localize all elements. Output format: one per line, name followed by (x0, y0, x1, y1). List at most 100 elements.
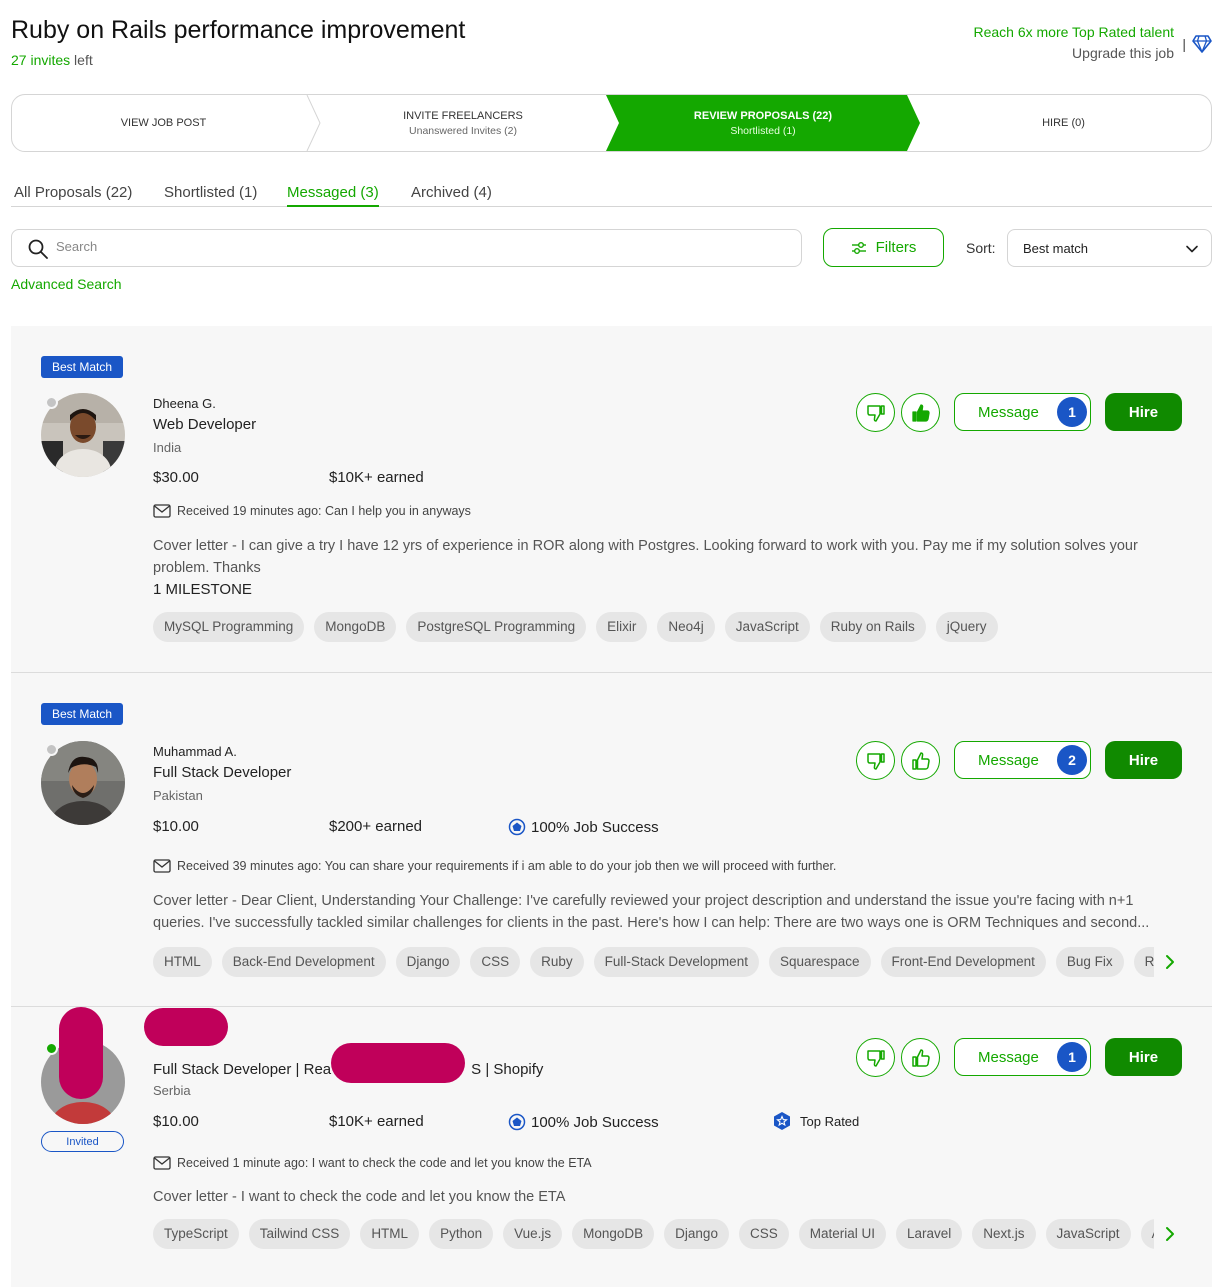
invites-left: 27 invites left (11, 52, 93, 68)
skill-tag[interactable]: JavaScript (724, 612, 810, 642)
chevron-right-icon[interactable] (1161, 953, 1179, 971)
thumbs-down-icon (866, 752, 885, 770)
envelope-icon (153, 859, 171, 873)
search-input[interactable] (56, 239, 756, 254)
freelancer-title: Full Stack Developer (153, 764, 292, 781)
top-rated-icon (774, 1112, 790, 1130)
skill-tag[interactable]: MongoDB (572, 1219, 655, 1249)
tab-archived[interactable]: Archived (4) (411, 184, 492, 205)
thumbs-down-icon (866, 1049, 885, 1067)
skill-tag[interactable]: HTML (360, 1219, 420, 1249)
skill-tag[interactable]: Front-End Development (880, 947, 1046, 977)
message-received: Received 1 minute ago: I want to check t… (153, 1156, 592, 1170)
skill-tag[interactable]: jQuery (935, 612, 998, 642)
proposal-card[interactable]: Best Match Muhammad A. Full Stack Develo… (11, 673, 1212, 1007)
freelancer-name[interactable]: Dheena G. (153, 396, 216, 411)
skill-tag[interactable]: HTML (153, 947, 212, 977)
hiring-stepper: VIEW JOB POST INVITE FREELANCERS Unanswe… (11, 94, 1212, 152)
divider: | (1182, 36, 1186, 52)
skill-tag[interactable]: Django (395, 947, 461, 977)
skill-tag[interactable]: Bug Fix (1055, 947, 1124, 977)
cover-letter[interactable]: Cover letter - I can give a try I have 1… (153, 535, 1173, 579)
message-count-badge: 1 (1057, 397, 1087, 427)
thumbs-down-button[interactable] (856, 741, 895, 780)
tab-messaged[interactable]: Messaged (3) (287, 184, 379, 207)
skill-tag[interactable]: Python (429, 1219, 494, 1249)
thumbs-up-button[interactable] (901, 1038, 940, 1077)
sliders-icon (851, 241, 866, 254)
freelancer-title-right: S | Shopify (471, 1061, 544, 1078)
hourly-rate: $30.00 (153, 469, 199, 486)
proposal-tabs: All Proposals (22) Shortlisted (1) Messa… (11, 184, 1212, 207)
skill-tag[interactable]: MySQL Programming (153, 612, 305, 642)
upgrade-promo-text[interactable]: Reach 6x more Top Rated talent (973, 24, 1174, 40)
skill-tag[interactable]: Ruby on Rails (819, 612, 926, 642)
skill-tag[interactable]: Ruby (530, 947, 584, 977)
proposal-card[interactable]: Best Match Dheena G. Web Developer India… (11, 326, 1212, 673)
hourly-rate: $10.00 (153, 1113, 199, 1130)
invites-suffix: left (70, 52, 93, 68)
skill-tag[interactable]: CSS (738, 1219, 789, 1249)
proposal-card[interactable]: Full Stack Developer | Rea S | Shopify Se… (11, 1007, 1212, 1287)
invited-badge: Invited (41, 1131, 124, 1152)
top-rated-text: Top Rated (800, 1113, 860, 1129)
cover-letter[interactable]: Cover letter - Dear Client, Understandin… (153, 890, 1173, 934)
hire-button[interactable]: Hire (1105, 393, 1182, 431)
invites-count: 27 invites (11, 52, 71, 68)
thumbs-up-button[interactable] (901, 741, 940, 780)
step-hire[interactable]: HIRE (0) (914, 95, 1211, 151)
skill-tag[interactable]: PostgreSQL Programming (406, 612, 587, 642)
skill-tag[interactable]: Squarespace (768, 947, 871, 977)
skill-tag[interactable]: Angular (1140, 1219, 1154, 1249)
skill-tag[interactable]: TypeScript (153, 1219, 239, 1249)
freelancer-country: Pakistan (153, 788, 203, 803)
job-success-text: 100% Job Success (531, 1113, 659, 1131)
skill-tag[interactable]: JavaScript (1045, 1219, 1131, 1249)
skill-tag[interactable]: CSS (470, 947, 521, 977)
redaction-mark (144, 1008, 228, 1046)
skill-tag[interactable]: Tailwind CSS (248, 1219, 351, 1249)
thumbs-down-button[interactable] (856, 1038, 895, 1077)
chevron-right-icon[interactable] (1161, 1225, 1179, 1243)
freelancer-name[interactable]: Muhammad A. (153, 744, 237, 759)
upgrade-promo[interactable]: Reach 6x more Top Rated talent Upgrade t… (973, 24, 1212, 61)
step-review-proposals[interactable]: REVIEW PROPOSALS (22) Shortlisted (1) (612, 95, 914, 151)
step-sublabel: Unanswered Invites (2) (409, 124, 517, 137)
thumbs-up-button[interactable] (901, 393, 940, 432)
thumbs-up-icon (911, 1048, 930, 1067)
message-button[interactable]: Message 2 (954, 741, 1091, 779)
search-icon (28, 239, 48, 259)
hire-button[interactable]: Hire (1105, 1038, 1182, 1076)
advanced-search-link[interactable]: Advanced Search (11, 276, 122, 292)
best-match-badge: Best Match (41, 703, 124, 725)
thumbs-down-button[interactable] (856, 393, 895, 432)
upgrade-job-link[interactable]: Upgrade this job (973, 45, 1174, 61)
step-label: VIEW JOB POST (120, 117, 207, 129)
skill-tag[interactable]: Neo4j (657, 612, 715, 642)
tab-shortlisted[interactable]: Shortlisted (1) (164, 184, 257, 205)
skill-tag[interactable]: MongoDB (314, 612, 397, 642)
filters-button[interactable]: Filters (823, 228, 944, 267)
step-invite-freelancers[interactable]: INVITE FREELANCERS Unanswered Invites (2… (315, 95, 611, 151)
message-button[interactable]: Message 1 (954, 1038, 1091, 1076)
hire-button[interactable]: Hire (1105, 741, 1182, 779)
skill-tag[interactable]: Elixir (596, 612, 648, 642)
step-view-job-post[interactable]: VIEW JOB POST (12, 95, 315, 151)
skill-tag[interactable]: Vue.js (503, 1219, 563, 1249)
message-button[interactable]: Message 1 (954, 393, 1091, 431)
sort-label: Sort: (966, 240, 996, 256)
skill-tag[interactable]: REST (1133, 947, 1154, 977)
offline-status-dot (45, 743, 58, 756)
skill-tag[interactable]: Django (664, 1219, 729, 1249)
skill-tag[interactable]: Back-End Development (221, 947, 386, 977)
skill-tag[interactable]: Next.js (972, 1219, 1036, 1249)
skill-tag[interactable]: Material UI (798, 1219, 886, 1249)
cover-letter[interactable]: Cover letter - I want to check the code … (153, 1186, 1173, 1208)
tab-all-proposals[interactable]: All Proposals (22) (14, 184, 132, 205)
skill-tag[interactable]: Full-Stack Development (593, 947, 759, 977)
thumbs-up-icon (911, 751, 930, 770)
earnings: $10K+ earned (329, 1113, 424, 1130)
skill-tag[interactable]: Laravel (895, 1219, 963, 1249)
sort-dropdown[interactable]: Best match (1007, 229, 1212, 267)
top-rated-badge: Top Rated (772, 1111, 859, 1131)
